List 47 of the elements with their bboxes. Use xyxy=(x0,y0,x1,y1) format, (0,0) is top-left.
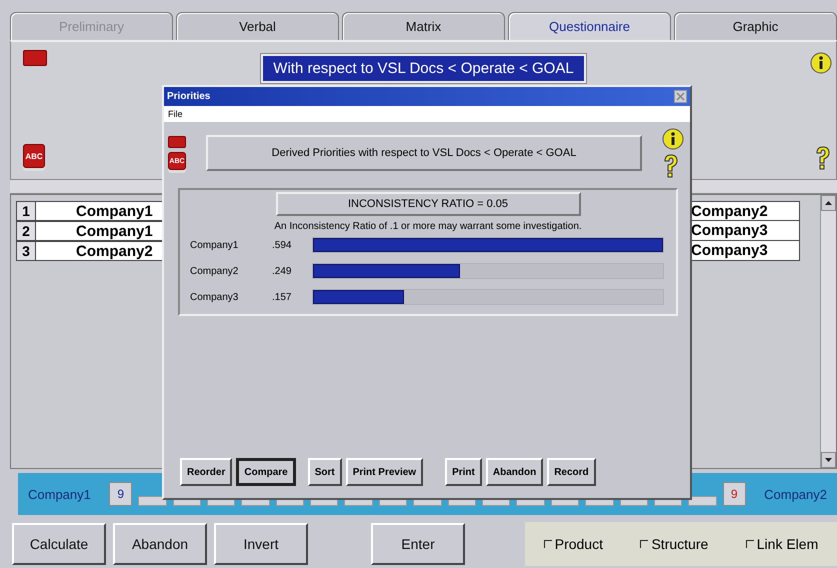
priority-value: .249 xyxy=(272,266,292,276)
option-checkbox[interactable]: Structure xyxy=(640,536,708,552)
alternative-name: Company2 xyxy=(190,266,240,276)
dialog-button[interactable]: Reorder xyxy=(180,458,232,486)
tab[interactable]: Graphic xyxy=(674,12,837,40)
dialog-button[interactable]: Print Preview xyxy=(346,458,424,486)
info-icon[interactable] xyxy=(810,52,832,74)
scale-cell[interactable] xyxy=(138,496,167,506)
action-button[interactable]: Enter xyxy=(371,522,465,564)
ratio-note: An Inconsistency Ratio of .1 or more may warrant some investigation. xyxy=(274,221,582,232)
action-button[interactable]: Abandon xyxy=(113,522,207,564)
row-number: 2 xyxy=(16,221,36,241)
scale-value[interactable]: 9 xyxy=(722,482,746,506)
row-number: 1 xyxy=(16,201,36,221)
dialog-button[interactable]: Sort xyxy=(308,458,342,486)
menu-item[interactable]: File xyxy=(168,109,183,119)
scale-label: Company2 xyxy=(763,486,827,502)
scale-value[interactable]: 9 xyxy=(109,482,132,506)
dialog-button[interactable]: Record xyxy=(547,458,596,486)
dialog-heading: Derived Priorities with respect to VSL Docs < Operate < GOAL xyxy=(206,135,642,171)
action-button[interactable]: Calculate xyxy=(12,522,106,564)
option-checkbox[interactable]: Link Elem xyxy=(746,536,818,552)
scale-cell[interactable] xyxy=(688,496,717,506)
dialog-button[interactable]: Compare xyxy=(236,458,296,486)
priority-value: .594 xyxy=(272,240,292,250)
down-arrow-icon[interactable] xyxy=(825,458,832,462)
action-button[interactable]: Invert xyxy=(214,522,308,564)
scrollbar[interactable] xyxy=(820,195,836,468)
tab[interactable]: Matrix xyxy=(342,12,505,40)
scale-label: Company1 xyxy=(28,486,92,502)
ratio-label: INCONSISTENCY RATIO = 0.05 xyxy=(276,192,580,216)
tab[interactable]: Verbal xyxy=(176,12,339,40)
help-icon[interactable] xyxy=(814,146,832,170)
alternative-name: Company1 xyxy=(190,240,240,250)
comparison-heading: With respect to VSL Docs < Operate < GOAL xyxy=(261,54,586,83)
alternative-name: Company3 xyxy=(190,292,240,302)
dialog-button[interactable]: Abandon xyxy=(486,458,544,486)
help-icon[interactable] xyxy=(662,154,680,178)
dialog-button[interactable]: Print xyxy=(445,458,482,486)
info-icon[interactable] xyxy=(662,128,684,150)
priority-value: .157 xyxy=(272,292,292,302)
tab[interactable]: Questionnaire xyxy=(508,12,671,40)
option-checkbox[interactable]: Product xyxy=(544,536,603,552)
abc-icon[interactable]: ABC xyxy=(23,144,45,168)
row-number: 3 xyxy=(16,241,36,261)
window-title: Priorities xyxy=(167,91,210,102)
up-arrow-icon[interactable] xyxy=(825,201,832,205)
